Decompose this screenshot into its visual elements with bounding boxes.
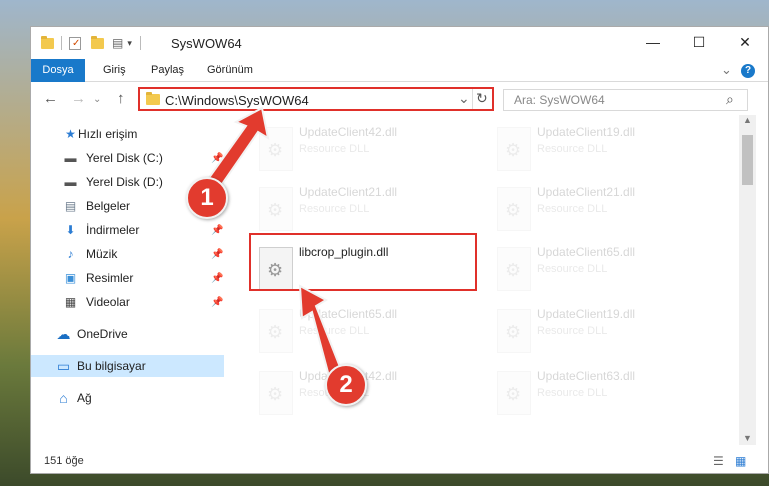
step-1-badge: 1	[186, 177, 228, 219]
annotation-arrows	[204, 106, 344, 382]
arrow-to-address-bar	[204, 106, 270, 192]
step-2-badge: 2	[325, 364, 367, 406]
